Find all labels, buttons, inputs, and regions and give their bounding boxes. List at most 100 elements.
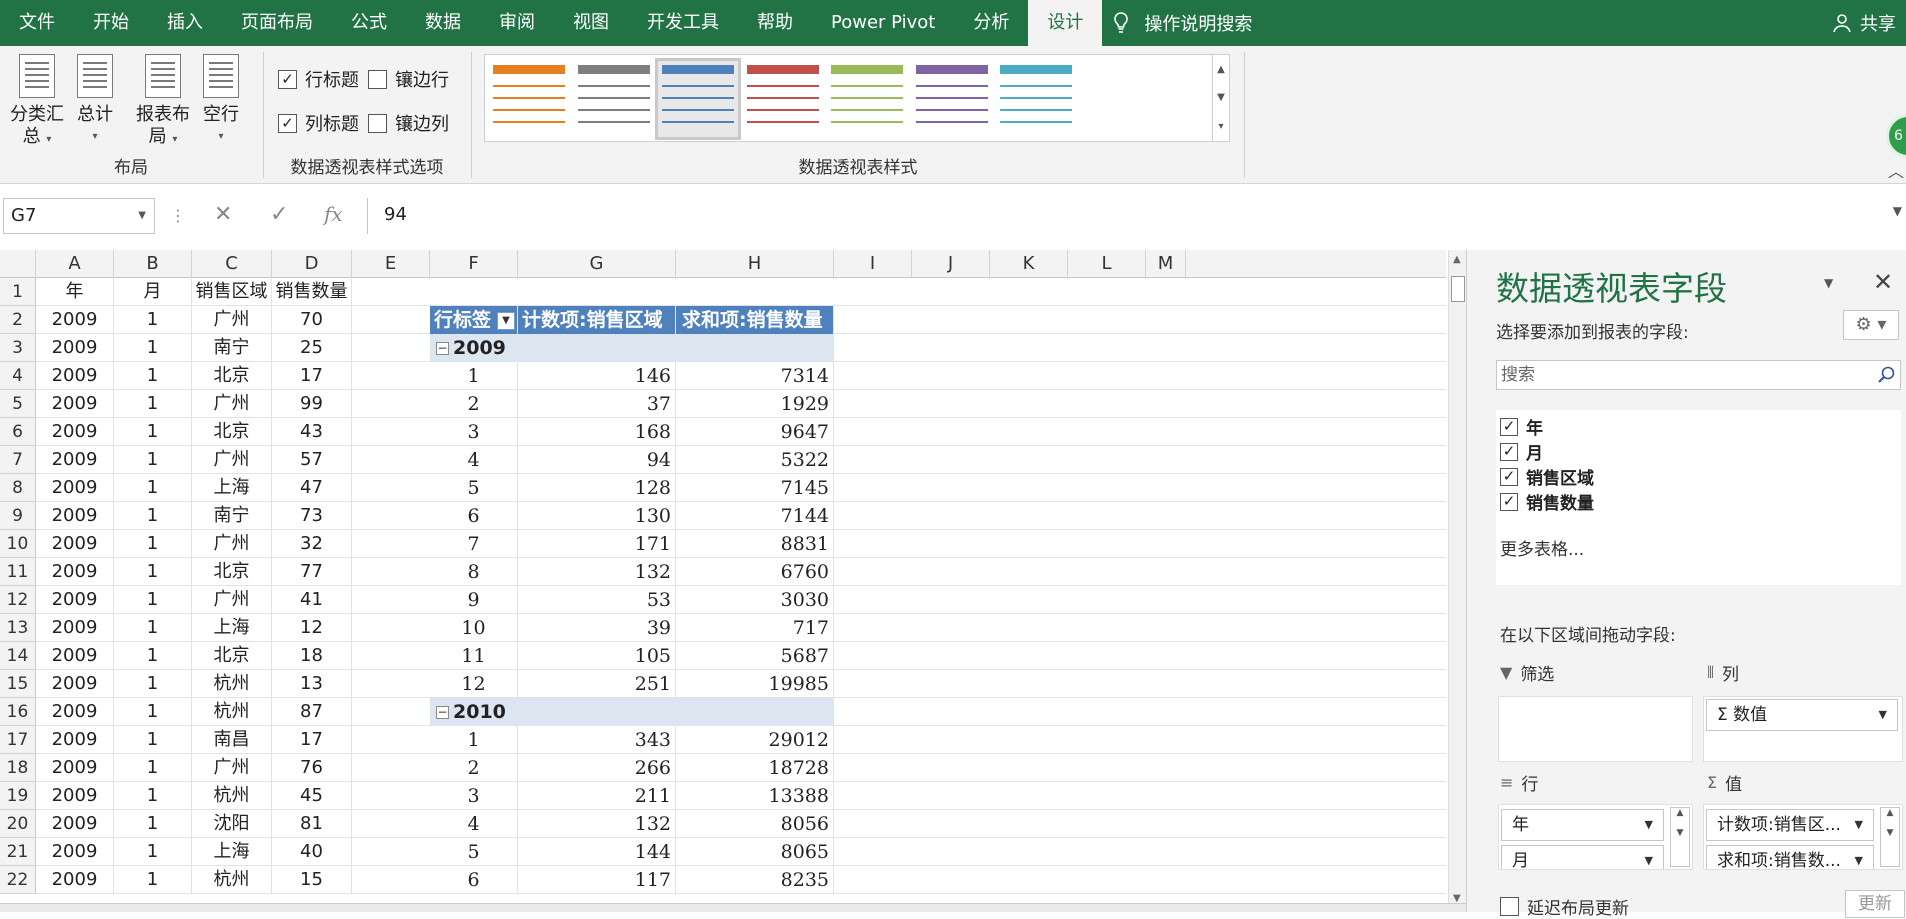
source-cell[interactable]: 99 — [272, 390, 352, 418]
row-header[interactable]: 14 — [0, 642, 36, 670]
row-header[interactable]: 18 — [0, 754, 36, 782]
source-cell[interactable]: 2009 — [36, 474, 114, 502]
pivot-sum-value[interactable]: 8065 — [676, 838, 834, 866]
pivot-count-value[interactable]: 251 — [518, 670, 676, 698]
row-header[interactable]: 2 — [0, 306, 36, 334]
pivot-year-row[interactable]: −2010 — [430, 698, 834, 726]
blank-rows-button[interactable]: 空行 ▾ — [192, 54, 250, 148]
source-cell[interactable]: 2009 — [36, 306, 114, 334]
source-cell[interactable]: 北京 — [192, 558, 272, 586]
source-cell[interactable]: 1 — [114, 670, 192, 698]
grand-totals-button[interactable]: 总计 ▾ — [66, 54, 124, 148]
pivot-sum-value[interactable]: 8056 — [676, 810, 834, 838]
formula-input[interactable]: 94 — [367, 198, 1906, 234]
source-cell[interactable]: 76 — [272, 754, 352, 782]
pivot-style-swatch[interactable] — [912, 61, 992, 137]
ribbon-tab[interactable]: 文件 — [0, 0, 74, 46]
source-cell[interactable]: 南宁 — [192, 334, 272, 362]
pivot-row-label[interactable]: 12 — [430, 670, 518, 698]
pivot-row-label[interactable]: 10 — [430, 614, 518, 642]
source-cell[interactable]: 2009 — [36, 362, 114, 390]
source-cell[interactable]: 1 — [114, 418, 192, 446]
row-header[interactable]: 19 — [0, 782, 36, 810]
source-cell[interactable]: 杭州 — [192, 698, 272, 726]
share-button[interactable]: 共享 — [1832, 0, 1896, 46]
pivot-sum-value[interactable]: 7144 — [676, 502, 834, 530]
pivot-sum-value[interactable]: 6760 — [676, 558, 834, 586]
source-cell[interactable]: 1 — [114, 362, 192, 390]
pivot-sum-header[interactable]: 求和项:销售数量 — [676, 306, 834, 334]
pivot-count-value[interactable]: 128 — [518, 474, 676, 502]
pivot-year-row[interactable]: −2009 — [430, 334, 834, 362]
pivot-sum-value[interactable]: 13388 — [676, 782, 834, 810]
column-header[interactable]: G — [518, 250, 676, 278]
pivot-sum-value[interactable]: 717 — [676, 614, 834, 642]
source-cell[interactable]: 1 — [114, 754, 192, 782]
source-cell[interactable]: 2009 — [36, 838, 114, 866]
column-header[interactable]: J — [912, 250, 990, 278]
column-header[interactable]: F — [430, 250, 518, 278]
source-cell[interactable]: 77 — [272, 558, 352, 586]
source-cell[interactable]: 1 — [114, 306, 192, 334]
ribbon-tab[interactable]: 插入 — [148, 0, 222, 46]
chevron-down-icon[interactable]: ▼ — [1645, 810, 1653, 840]
pivot-style-swatch[interactable] — [827, 61, 907, 137]
source-cell[interactable]: 1 — [114, 502, 192, 530]
values-area[interactable]: 计数项:销售区... ▼ 求和项:销售数... ▼ ▲ ▼ — [1703, 804, 1903, 870]
source-cell[interactable]: 2009 — [36, 754, 114, 782]
worksheet[interactable]: ABCDEFGHIJKLM 1 2 3 4 5 6 7 8 9 10 11 12 13 14 15 16 17 1… — [0, 250, 1448, 912]
source-cell[interactable]: 13 — [272, 670, 352, 698]
pivot-row-label[interactable]: 2 — [430, 754, 518, 782]
row-headers-checkbox[interactable]: ✓ 行标题 — [278, 66, 359, 92]
field-item[interactable]: ✓ 销售数量 — [1500, 489, 1594, 514]
pivot-sum-value[interactable]: 3030 — [676, 586, 834, 614]
source-cell[interactable]: 81 — [272, 810, 352, 838]
source-cell[interactable]: 2009 — [36, 670, 114, 698]
row-header[interactable]: 22 — [0, 866, 36, 894]
pivot-count-value[interactable]: 132 — [518, 810, 676, 838]
tell-me-search[interactable]: 操作说明搜索 — [1112, 10, 1252, 36]
source-cell[interactable]: 南昌 — [192, 726, 272, 754]
pivot-row-label[interactable]: 1 — [430, 726, 518, 754]
ribbon-tab[interactable]: 数据 — [406, 0, 480, 46]
source-cell[interactable]: 1 — [114, 698, 192, 726]
pivot-count-value[interactable]: 39 — [518, 614, 676, 642]
row-header[interactable]: 16 — [0, 698, 36, 726]
columns-area[interactable]: Σ 数值 ▼ — [1703, 696, 1903, 762]
gallery-scroll[interactable]: ▲ ▼ ▾ — [1212, 54, 1230, 142]
source-cell[interactable]: 1 — [114, 782, 192, 810]
source-cell[interactable]: 1 — [114, 390, 192, 418]
source-cell[interactable]: 2009 — [36, 586, 114, 614]
source-cell[interactable]: 1 — [114, 614, 192, 642]
row-header[interactable]: 10 — [0, 530, 36, 558]
row-header[interactable]: 4 — [0, 362, 36, 390]
subtotals-button[interactable]: 分类汇 总 ▾ — [8, 54, 66, 151]
row-header[interactable]: 11 — [0, 558, 36, 586]
source-cell[interactable]: 47 — [272, 474, 352, 502]
ribbon-tab[interactable]: 审阅 — [480, 0, 554, 46]
source-cell[interactable]: 广州 — [192, 306, 272, 334]
source-cell[interactable]: 15 — [272, 866, 352, 894]
row-header[interactable]: 15 — [0, 670, 36, 698]
source-cell[interactable]: 2009 — [36, 334, 114, 362]
row-header[interactable]: 20 — [0, 810, 36, 838]
column-header[interactable]: B — [114, 250, 192, 278]
source-cell[interactable]: 2009 — [36, 698, 114, 726]
pivot-sum-value[interactable]: 5687 — [676, 642, 834, 670]
ribbon-tab[interactable]: 视图 — [554, 0, 628, 46]
pivot-count-value[interactable]: 94 — [518, 446, 676, 474]
source-cell[interactable]: 广州 — [192, 446, 272, 474]
source-cell[interactable]: 广州 — [192, 390, 272, 418]
source-cell[interactable]: 12 — [272, 614, 352, 642]
source-cell[interactable]: 18 — [272, 642, 352, 670]
gear-icon[interactable]: ⚙ ▾ — [1843, 310, 1899, 340]
rows-field-pill[interactable]: 年 ▼ — [1501, 809, 1664, 841]
values-field-pill[interactable]: 求和项:销售数... ▼ — [1706, 845, 1874, 869]
more-icon[interactable]: ▾ — [1218, 121, 1223, 132]
ribbon-tab[interactable]: 分析 — [954, 0, 1028, 46]
source-cell[interactable]: 2009 — [36, 390, 114, 418]
values-field-pill[interactable]: 计数项:销售区... ▼ — [1706, 809, 1874, 841]
pivot-sum-value[interactable]: 1929 — [676, 390, 834, 418]
source-cell[interactable]: 杭州 — [192, 670, 272, 698]
source-cell[interactable]: 广州 — [192, 754, 272, 782]
